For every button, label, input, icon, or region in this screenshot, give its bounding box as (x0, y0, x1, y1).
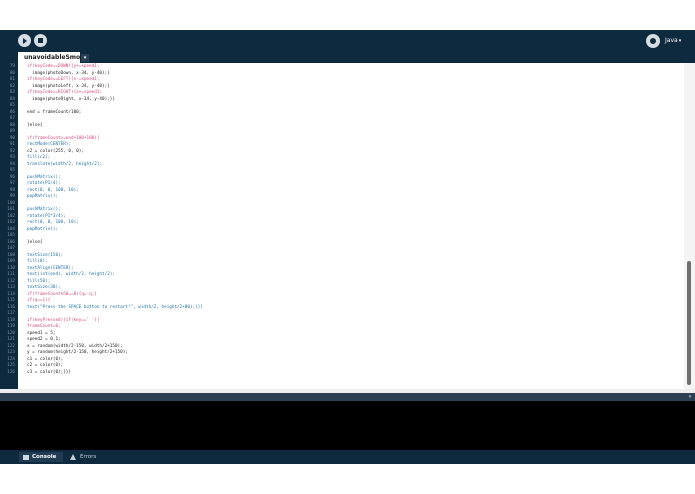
bottom-margin (0, 464, 695, 494)
code-token: popMatrix(); (27, 194, 59, 199)
code-token: image(photoDown, x-34, y-40);} (27, 70, 110, 76)
code-token: c3 = color(0);}}} (27, 369, 71, 375)
code-token: end = frameCount/100; (27, 109, 82, 115)
code-line[interactable]: translate(width/2, height/2); (27, 162, 102, 169)
console-output (0, 401, 695, 450)
code-token: image(photoLeft, x-34, y-40);} (27, 83, 110, 89)
code-token: frameCount=0; (27, 324, 61, 329)
code-token: if(frameCount>=end+100+100){ (27, 135, 100, 141)
code-token: translate(width/2, height/2); (27, 161, 103, 167)
code-area[interactable]: if(keyCode==DOWN){y+=speed1; image(photo… (18, 63, 684, 389)
code-token: popMatrix(); (27, 226, 59, 232)
code-token: rect(0, 0, 100, 10); (27, 220, 79, 225)
tab-errors[interactable]: Errors (68, 452, 104, 462)
tab-bar: unavoidableSmog ▾ (0, 52, 695, 63)
code-token: rectMode(CENTER); (27, 142, 71, 147)
code-line[interactable]: image(photoRight, x-34, y-40);}} (27, 97, 115, 104)
chevron-down-icon: ▾ (678, 38, 682, 44)
code-line[interactable]: popMatrix(); (27, 227, 58, 234)
code-line[interactable]: }else{ (27, 240, 43, 247)
code-token: if(keyCode==RIGHT){x+=speed1; (27, 90, 103, 95)
vertical-scrollbar[interactable] (684, 63, 695, 389)
tab-console[interactable]: Console (19, 452, 63, 462)
code-token: fill(0); (27, 259, 48, 264)
code-token: if(frameCount%50==0){q=-q;} (27, 291, 97, 297)
scrollbar-thumb[interactable] (687, 261, 691, 385)
run-button[interactable] (18, 34, 31, 47)
collapse-icon[interactable]: ▾ (686, 393, 694, 401)
code-token: textSize(150); (27, 252, 64, 258)
panel-divider[interactable] (0, 393, 695, 401)
code-token: text(int(end), width/2, height/2); (27, 272, 115, 277)
code-token: if(q==1){ (27, 298, 51, 303)
code-token: }else{ (27, 122, 43, 128)
tab-unavoidablesmog[interactable]: unavoidableSmog (18, 52, 84, 63)
code-token: text("Press the SPACE button to restart!… (27, 304, 203, 310)
code-token: c2 = color(255, 0, 0); (27, 148, 84, 154)
code-token: rotate(PI/4); (27, 181, 61, 186)
code-token: c2 = color(0); (27, 363, 64, 368)
code-line[interactable]: end = frameCount/100; (27, 110, 81, 117)
code-line[interactable]: }else{ (27, 123, 43, 130)
code-token: c1 = color(0); (27, 356, 64, 362)
code-line[interactable]: text("Press the SPACE button to restart!… (27, 305, 203, 312)
code-line[interactable]: c3 = color(0);}}} (27, 370, 71, 377)
code-token: textSize(30); (27, 285, 61, 290)
stop-button[interactable] (34, 34, 47, 47)
code-token: if(keyPressed){if(key==' '){ (27, 317, 100, 323)
code-token: }else{ (27, 239, 43, 245)
code-token: if(keyCode==DOWN){y+=speed1; (27, 64, 100, 69)
bottom-tab-bar: Console Errors (0, 450, 695, 464)
code-token: speed2 = 0.1; (27, 337, 61, 342)
debugger-icon[interactable] (646, 34, 660, 48)
code-token: y = random(height/2-150, height/2+150); (27, 350, 128, 355)
mode-label: Java (665, 37, 678, 44)
code-token: if(keyCode==LEFT){x-=speed1; (27, 77, 100, 82)
code-token: fill(c2); (27, 155, 51, 160)
top-margin (0, 0, 695, 30)
code-token: pushMatrix(); (27, 207, 61, 212)
tab-console-label: Console (32, 454, 57, 460)
code-token: rect(0, 0, 100, 10); (27, 187, 79, 193)
tab-errors-label: Errors (80, 454, 97, 460)
console-icon (23, 454, 29, 460)
code-token: textAlign(CENTER); (27, 265, 74, 271)
code-token: rotate(PI*3/4); (27, 213, 66, 219)
code-line[interactable]: popMatrix(); (27, 194, 58, 201)
code-token: image(photoRight, x-34, y-40);}} (27, 96, 115, 102)
toolbar: Java▾ (0, 30, 695, 52)
code-token: speed1 = 5; (27, 330, 56, 336)
line-number-gutter: 79 80 81 82 83 84 85 86 87 88 89 90 91 92 93 94 95 96 97 98… (0, 63, 18, 389)
code-editor[interactable]: 79 80 81 82 83 84 85 86 87 88 89 90 91 92 93 94 95 96 97 98… (0, 63, 695, 389)
mode-selector[interactable]: Java▾ (665, 35, 681, 47)
code-token: pushMatrix(); (27, 174, 61, 180)
code-token: x = random(width/2-150, width/2+150); (27, 343, 123, 349)
tab-menu-icon[interactable]: ▾ (81, 54, 89, 62)
line-number: 126 (7, 369, 15, 375)
warning-icon (70, 454, 76, 460)
code-token: fill(50); (27, 278, 51, 284)
